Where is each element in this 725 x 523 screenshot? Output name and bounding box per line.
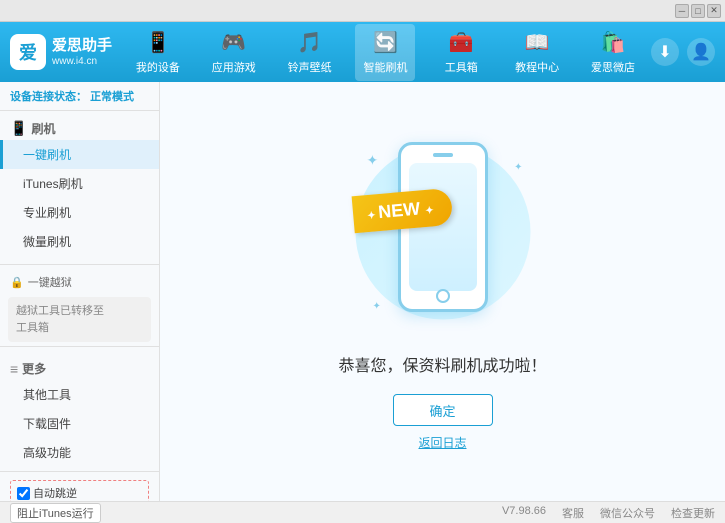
download-firmware-label: 下载固件 — [23, 417, 71, 431]
window-controls[interactable]: ─ □ ✕ — [675, 4, 721, 18]
wechat-link[interactable]: 微信公众号 — [600, 505, 655, 521]
sidebar-item-advanced[interactable]: 高级功能 — [0, 438, 159, 467]
new-badge-text: NEW — [377, 198, 421, 222]
nav-flash-icon: 🔄 — [373, 30, 398, 55]
auto-jump-label: 自动跳逆 — [33, 485, 77, 501]
sidebar-item-one-click-flash[interactable]: 一键刷机 — [0, 140, 159, 169]
nav-ringtone-label: 铃声壁纸 — [288, 59, 332, 75]
device-checkboxes: 自动跳逆 跳过向导 — [10, 480, 149, 501]
jailbreak-notice-line1: 越狱工具已转移至 — [16, 305, 104, 317]
nav-weidian-icon: 🛍️ — [601, 30, 626, 55]
back-link[interactable]: 返回日志 — [418, 434, 466, 451]
more-group-label: 更多 — [22, 360, 46, 377]
status-bar: 阻止iTunes运行 V7.98.66 客服 微信公众号 检查更新 — [0, 501, 725, 523]
flash-group-header: 📱 刷机 — [0, 115, 159, 140]
phone-home — [436, 289, 450, 303]
check-update-link[interactable]: 检查更新 — [671, 505, 715, 521]
data-flash-label: 微量刷机 — [23, 235, 71, 249]
nav-flash-label: 智能刷机 — [363, 59, 407, 75]
sidebar: 设备连接状态： 正常模式 📱 刷机 一键刷机 iTunes刷机 专业刷机 微量刷… — [0, 82, 160, 501]
lock-icon: 🔒 — [10, 276, 24, 289]
connection-status: 设备连接状态： 正常模式 — [0, 82, 159, 111]
nav-device-label: 我的设备 — [136, 59, 180, 75]
maximize-button[interactable]: □ — [691, 4, 705, 18]
advanced-label: 高级功能 — [23, 446, 71, 460]
nav-toolbox[interactable]: 🧰 工具箱 — [431, 24, 491, 81]
stop-itunes-button[interactable]: 阻止iTunes运行 — [10, 503, 101, 523]
logo-text: 爱思助手 www.i4.cn — [52, 36, 112, 69]
nav-my-device[interactable]: 📱 我的设备 — [128, 24, 188, 81]
nav-tutorial-icon: 📖 — [525, 30, 550, 55]
nav-device-icon: 📱 — [145, 30, 170, 55]
title-bar: ─ □ ✕ — [0, 0, 725, 22]
jailbreak-group-header: 🔒 一键越狱 — [0, 269, 159, 293]
nav-tutorial[interactable]: 📖 教程中心 — [507, 24, 567, 81]
flash-group-icon: 📱 — [10, 120, 27, 137]
jailbreak-notice-line2: 工具箱 — [16, 322, 49, 334]
star-top-right: ✦ — [514, 162, 522, 173]
divider-1 — [0, 264, 159, 265]
user-button[interactable]: 👤 — [687, 38, 715, 66]
nav-ringtone-icon: 🎵 — [297, 30, 322, 55]
sidebar-bottom: 自动跳逆 跳过向导 📱 iPhone 12 mini 64GB Down-12m… — [0, 471, 159, 501]
star-top-left: ✦ — [367, 152, 379, 169]
download-button[interactable]: ⬇ — [651, 38, 679, 66]
star-bottom-left: ✦ — [373, 301, 381, 312]
nav-weidian-label: 爱思微店 — [591, 59, 635, 75]
close-button[interactable]: ✕ — [707, 4, 721, 18]
main-area: 设备连接状态： 正常模式 📱 刷机 一键刷机 iTunes刷机 专业刷机 微量刷… — [0, 82, 725, 501]
more-group-header: ≡ 更多 — [0, 355, 159, 380]
status-left: 阻止iTunes运行 — [10, 503, 101, 523]
nav-apps-games[interactable]: 🎮 应用游戏 — [204, 24, 264, 81]
sidebar-item-pro-flash[interactable]: 专业刷机 — [0, 198, 159, 227]
one-click-flash-label: 一键刷机 — [23, 148, 71, 162]
other-tools-label: 其他工具 — [23, 388, 71, 402]
more-group-icon: ≡ — [10, 361, 18, 377]
connection-label: 设备连接状态： — [10, 91, 87, 103]
minimize-button[interactable]: ─ — [675, 4, 689, 18]
customer-service-link[interactable]: 客服 — [562, 505, 584, 521]
confirm-button[interactable]: 确定 — [393, 394, 493, 426]
nav-apps-icon: 🎮 — [221, 30, 246, 55]
nav-toolbox-icon: 🧰 — [449, 30, 474, 55]
itunes-flash-label: iTunes刷机 — [23, 177, 83, 191]
top-nav: 爱 爱思助手 www.i4.cn 📱 我的设备 🎮 应用游戏 🎵 铃声壁纸 🔄 … — [0, 22, 725, 82]
version-label: V7.98.66 — [502, 505, 546, 521]
nav-ringtone[interactable]: 🎵 铃声壁纸 — [280, 24, 340, 81]
success-text: 恭喜您，保资料刷机成功啦！ — [338, 352, 546, 376]
jailbreak-group-label: 一键越狱 — [28, 274, 72, 290]
status-right: V7.98.66 客服 微信公众号 检查更新 — [502, 505, 715, 521]
phone-illustration: NEW ✦ ✦ ✦ — [353, 132, 533, 332]
nav-toolbox-label: 工具箱 — [445, 59, 478, 75]
sidebar-item-itunes-flash[interactable]: iTunes刷机 — [0, 169, 159, 198]
nav-smart-flash[interactable]: 🔄 智能刷机 — [355, 24, 415, 81]
nav-tutorial-label: 教程中心 — [515, 59, 559, 75]
sidebar-item-download-firmware[interactable]: 下载固件 — [0, 409, 159, 438]
logo: 爱 爱思助手 www.i4.cn — [10, 34, 120, 70]
more-group: ≡ 更多 其他工具 下载固件 高级功能 — [0, 351, 159, 471]
jailbreak-notice: 越狱工具已转移至 工具箱 — [8, 297, 151, 342]
nav-apps-label: 应用游戏 — [212, 59, 256, 75]
logo-main: 爱思助手 — [52, 36, 112, 56]
content-area: NEW ✦ ✦ ✦ 恭喜您，保资料刷机成功啦！ 确定 返回日志 — [160, 82, 725, 501]
logo-sub: www.i4.cn — [52, 55, 112, 68]
connection-value: 正常模式 — [90, 91, 134, 103]
flash-group-label: 刷机 — [31, 120, 55, 137]
pro-flash-label: 专业刷机 — [23, 206, 71, 220]
phone-speaker — [433, 153, 453, 157]
nav-right: ⬇ 👤 — [651, 38, 715, 66]
logo-icon: 爱 — [10, 34, 46, 70]
divider-2 — [0, 346, 159, 347]
nav-items: 📱 我的设备 🎮 应用游戏 🎵 铃声壁纸 🔄 智能刷机 🧰 工具箱 📖 教程中心… — [120, 24, 651, 81]
nav-weidian[interactable]: 🛍️ 爱思微店 — [583, 24, 643, 81]
auto-jump-input[interactable] — [17, 487, 30, 500]
sidebar-item-other-tools[interactable]: 其他工具 — [0, 380, 159, 409]
auto-jump-checkbox[interactable]: 自动跳逆 — [17, 485, 77, 501]
flash-group: 📱 刷机 一键刷机 iTunes刷机 专业刷机 微量刷机 — [0, 111, 159, 260]
sidebar-item-data-flash[interactable]: 微量刷机 — [0, 227, 159, 256]
